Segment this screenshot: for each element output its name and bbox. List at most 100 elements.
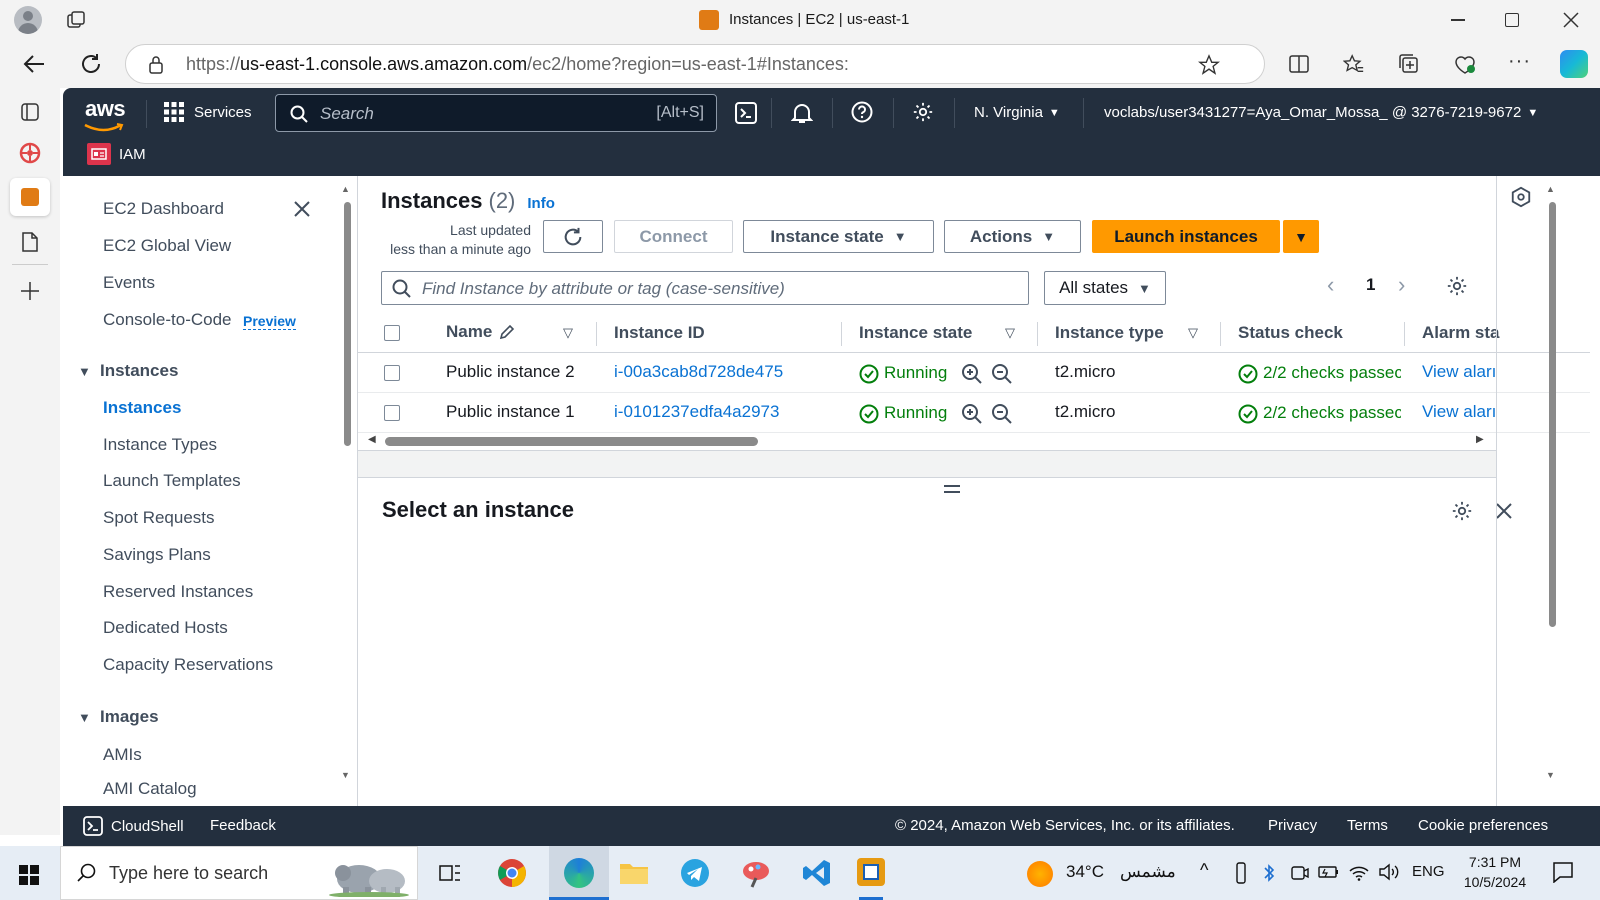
main-scrollbar-thumb[interactable] [1549, 202, 1556, 627]
scroll-left-arrow[interactable]: ◀ [368, 434, 376, 445]
scroll-up-arrow[interactable]: ▲ [1546, 184, 1555, 194]
privacy-link[interactable]: Privacy [1268, 817, 1317, 834]
nav-ami-catalog[interactable]: AMI Catalog [103, 779, 197, 799]
col-alarm-status[interactable]: Alarm sta [1422, 323, 1499, 343]
nav-launch-templates[interactable]: Launch Templates [103, 471, 241, 491]
meet-now-icon[interactable] [1290, 863, 1310, 883]
show-hidden-icons-icon[interactable]: ^ [1200, 860, 1208, 881]
sort-icon[interactable]: ▽ [563, 325, 573, 341]
url-text[interactable]: https://us-east-1.console.aws.amazon.com… [186, 54, 849, 75]
minimize-icon[interactable] [1448, 10, 1468, 30]
aws-logo[interactable]: aws [85, 96, 126, 122]
tab-list-icon[interactable] [20, 102, 40, 122]
input-language[interactable]: ENG [1412, 863, 1445, 880]
instance-id-link[interactable]: i-00a3cab8d728de475 [614, 362, 783, 382]
zoom-in-icon[interactable] [961, 363, 983, 385]
nav-dedicated-hosts[interactable]: Dedicated Hosts [103, 618, 228, 638]
app-tab-icon[interactable] [18, 141, 42, 165]
volume-icon[interactable] [1378, 863, 1400, 881]
notifications-bell-icon[interactable] [791, 101, 813, 125]
zoom-in-icon[interactable] [961, 403, 983, 425]
row-checkbox[interactable] [384, 365, 400, 381]
prev-page-icon[interactable]: ‹ [1327, 272, 1334, 298]
clock[interactable]: 7:31 PM 10/5/2024 [1455, 852, 1535, 892]
cloudshell-button[interactable]: CloudShell [83, 816, 184, 836]
battery-icon[interactable] [1318, 863, 1340, 881]
section-images[interactable]: Images [100, 707, 159, 727]
weather-temp[interactable]: 34°C [1066, 862, 1104, 882]
sort-icon[interactable]: ▽ [1188, 325, 1198, 341]
nav-console-to-code[interactable]: Console-to-Code [103, 310, 232, 330]
col-status-check[interactable]: Status check [1238, 323, 1343, 343]
info-link[interactable]: Info [527, 195, 555, 212]
weather-desc[interactable]: مشمس [1120, 862, 1176, 882]
collections-icon[interactable] [1398, 53, 1420, 75]
cookie-preferences-link[interactable]: Cookie preferences [1418, 817, 1548, 834]
feedback-link[interactable]: Feedback [210, 817, 276, 834]
instance-state-button[interactable]: Instance state ▼ [743, 220, 934, 253]
zoom-out-icon[interactable] [991, 403, 1013, 425]
scroll-down-arrow[interactable]: ▼ [1546, 770, 1555, 780]
profile-avatar[interactable] [14, 6, 42, 34]
paint-app-icon[interactable] [736, 853, 776, 893]
nav-ec2-dashboard[interactable]: EC2 Dashboard [103, 199, 224, 219]
close-detail-icon[interactable] [1495, 502, 1513, 520]
actions-button[interactable]: Actions ▼ [944, 220, 1081, 253]
file-explorer-icon[interactable] [614, 853, 654, 893]
tools-panel-icon[interactable] [1510, 186, 1532, 208]
row-checkbox[interactable] [384, 405, 400, 421]
nav-amis[interactable]: AMIs [103, 745, 142, 765]
nav-spot-requests[interactable]: Spot Requests [103, 508, 215, 528]
sort-icon[interactable]: ▽ [1005, 325, 1015, 341]
states-filter-select[interactable]: All states ▼ [1044, 271, 1166, 305]
terms-link[interactable]: Terms [1347, 817, 1388, 834]
taskbar-search-box[interactable]: Type here to search [60, 846, 418, 900]
nav-events[interactable]: Events [103, 273, 155, 293]
table-hscroll-thumb[interactable] [385, 437, 758, 446]
favorite-star-icon[interactable] [1198, 54, 1220, 76]
section-instances[interactable]: Instances [100, 361, 178, 381]
scroll-down-arrow[interactable]: ▼ [341, 770, 350, 780]
tab-actions-icon[interactable] [66, 10, 86, 30]
favorite-iam[interactable]: IAM [87, 143, 146, 165]
bluetooth-icon[interactable] [1262, 862, 1276, 884]
restore-icon[interactable] [1505, 13, 1519, 27]
notifications-icon[interactable] [1552, 861, 1574, 883]
nav-capacity-reservations[interactable]: Capacity Reservations [103, 655, 273, 675]
nav-savings-plans[interactable]: Savings Plans [103, 545, 211, 565]
instance-filter-input[interactable]: Find Instance by attribute or tag (case-… [381, 271, 1029, 305]
instance-id-link[interactable]: i-0101237edfa4a2973 [614, 402, 779, 422]
address-bar[interactable]: https://us-east-1.console.aws.amazon.com… [125, 44, 1265, 84]
usb-device-icon[interactable] [1234, 862, 1248, 884]
nav-reserved-instances[interactable]: Reserved Instances [103, 582, 253, 602]
scroll-up-arrow[interactable]: ▲ [341, 184, 350, 194]
back-icon[interactable] [22, 53, 46, 75]
next-page-icon[interactable]: › [1398, 272, 1405, 298]
launch-dropdown-button[interactable]: ▼ [1283, 220, 1319, 253]
weather-sun-icon[interactable] [1027, 861, 1053, 887]
view-alarms-link[interactable]: View aları [1422, 402, 1496, 422]
refresh-icon[interactable] [79, 52, 103, 76]
nav-instances[interactable]: Instances [103, 398, 181, 418]
nav-ec2-global-view[interactable]: EC2 Global View [103, 236, 231, 256]
aws-search-box[interactable]: Search [Alt+S] [275, 94, 717, 132]
detail-preferences-gear-icon[interactable] [1451, 500, 1473, 522]
services-menu[interactable]: Services [164, 102, 252, 122]
help-icon[interactable] [851, 101, 873, 123]
preview-badge[interactable]: Preview [243, 313, 296, 330]
view-alarms-link[interactable]: View aları [1422, 362, 1496, 382]
close-nav-icon[interactable] [293, 200, 311, 218]
expand-caret-icon[interactable]: ▼ [78, 364, 91, 379]
account-menu[interactable]: voclabs/user3431277=Aya_Omar_Mossa_ @ 32… [1104, 104, 1538, 121]
virtualbox-taskbar-item[interactable] [849, 846, 893, 900]
task-view-icon[interactable] [430, 853, 470, 893]
zoom-out-icon[interactable] [991, 363, 1013, 385]
col-name[interactable]: Name [446, 322, 492, 342]
table-preferences-gear-icon[interactable] [1446, 275, 1468, 297]
col-instance-state[interactable]: Instance state [859, 323, 972, 343]
chrome-icon[interactable] [492, 853, 532, 893]
region-selector[interactable]: N. Virginia ▼ [974, 104, 1060, 121]
active-edge-taskbar-item[interactable] [549, 846, 609, 900]
new-tab-icon[interactable] [19, 280, 41, 302]
split-screen-icon[interactable] [1288, 53, 1310, 75]
